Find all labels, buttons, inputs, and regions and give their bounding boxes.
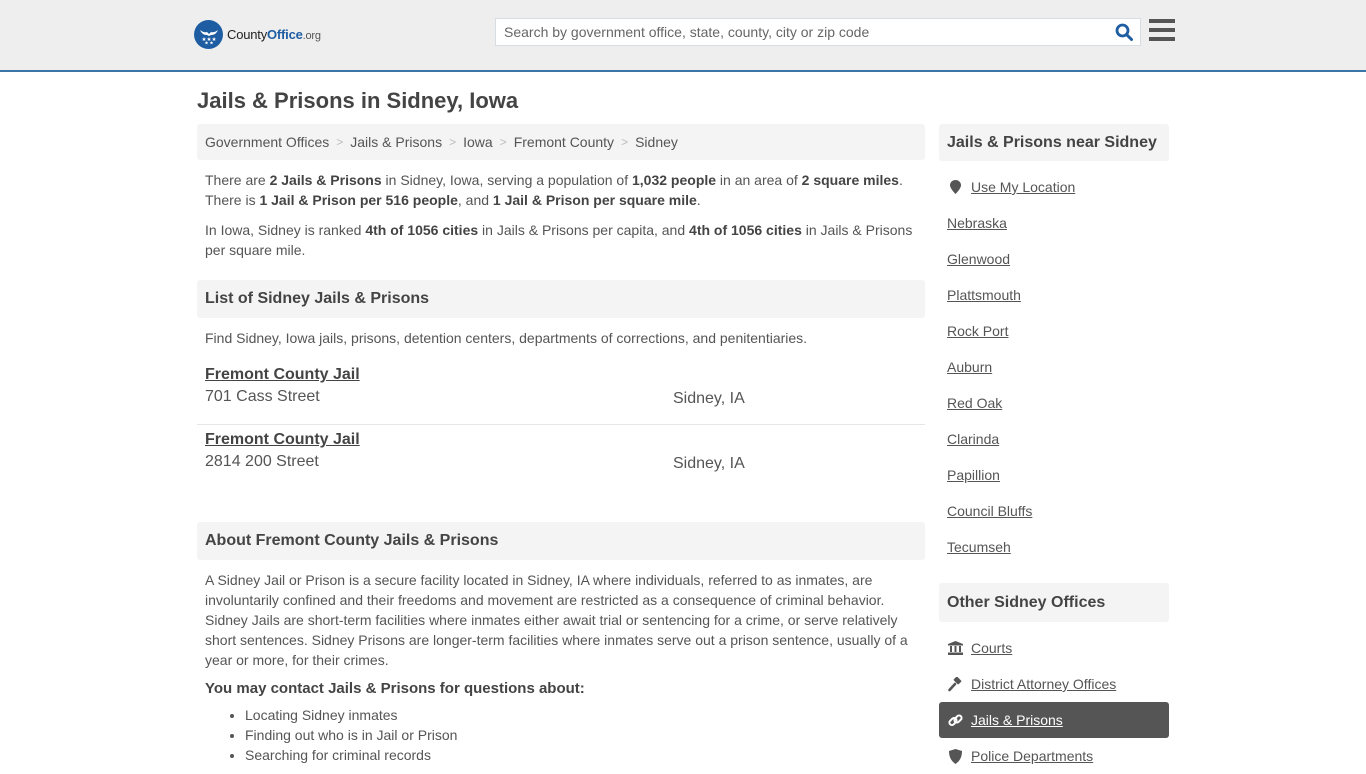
nearby-link-clarinda[interactable]: Clarinda xyxy=(947,431,999,447)
listing-city: Sidney, IA xyxy=(673,390,745,407)
use-my-location-link[interactable]: Use My Location xyxy=(971,179,1075,195)
other-offices-heading: Other Sidney Offices xyxy=(939,583,1169,622)
other-office-item-active: Jails & Prisons xyxy=(939,702,1169,738)
other-office-link-jails-prisons[interactable]: Jails & Prisons xyxy=(971,712,1063,728)
nearby-item: Plattsmouth xyxy=(939,277,1169,313)
listing-name-link[interactable]: Fremont County Jail xyxy=(205,366,360,384)
nearby-list: Use My Location Nebraska Glenwood Platts… xyxy=(939,161,1169,565)
list-section-heading: List of Sidney Jails & Prisons xyxy=(197,280,925,318)
ranking-paragraph: In Iowa, Sidney is ranked 4th of 1056 ci… xyxy=(205,222,913,258)
breadcrumb-separator: > xyxy=(499,135,507,149)
contact-topics-list: Locating Sidney inmates Finding out who … xyxy=(197,705,925,765)
about-paragraph: A Sidney Jail or Prison is a secure faci… xyxy=(205,572,908,668)
other-office-link-district-attorney[interactable]: District Attorney Offices xyxy=(971,676,1116,692)
other-office-item: District Attorney Offices xyxy=(939,666,1169,702)
contact-topic-item: Locating Sidney inmates xyxy=(245,705,925,725)
link-icon xyxy=(947,712,963,728)
other-office-item: Courts xyxy=(939,630,1169,666)
other-office-link-police[interactable]: Police Departments xyxy=(971,748,1093,764)
other-office-link-courts[interactable]: Courts xyxy=(971,640,1012,656)
listing-address: 701 Cass Street xyxy=(205,388,320,405)
search-input[interactable] xyxy=(496,19,1108,45)
other-offices-list: Courts District Attorney Offices Jails &… xyxy=(939,622,1169,774)
breadcrumb-fremont-county[interactable]: Fremont County xyxy=(514,134,614,150)
breadcrumb-separator: > xyxy=(449,135,457,149)
listing-address: 2814 200 Street xyxy=(205,453,319,470)
nearby-item: Tecumseh xyxy=(939,529,1169,565)
main-content: Government Offices > Jails & Prisons > I… xyxy=(197,124,925,765)
nearby-item: Auburn xyxy=(939,349,1169,385)
hamburger-menu-icon[interactable] xyxy=(1149,19,1175,43)
list-description: Find Sidney, Iowa jails, prisons, detent… xyxy=(205,330,808,346)
breadcrumb-separator: > xyxy=(336,135,344,149)
sidebar: Jails & Prisons near Sidney Use My Locat… xyxy=(939,124,1169,774)
map-marker-icon xyxy=(947,179,963,195)
site-header: CountyOffice.org xyxy=(0,0,1366,72)
nearby-link-council-bluffs[interactable]: Council Bluffs xyxy=(947,503,1032,519)
nearby-item: Council Bluffs xyxy=(939,493,1169,529)
summary-paragraph: There are 2 Jails & Prisons in Sidney, I… xyxy=(205,172,903,208)
nearby-link-papillion[interactable]: Papillion xyxy=(947,467,1000,483)
nearby-item: Glenwood xyxy=(939,241,1169,277)
use-my-location-item: Use My Location xyxy=(939,169,1169,205)
contact-topic-item: Searching for criminal records xyxy=(245,745,925,765)
logo-text: CountyOffice.org xyxy=(227,27,321,42)
listing-item: Fremont County Jail 2814 200 Street Sidn… xyxy=(197,425,925,490)
nearby-link-auburn[interactable]: Auburn xyxy=(947,359,992,375)
nearby-item: Papillion xyxy=(939,457,1169,493)
nearby-link-nebraska[interactable]: Nebraska xyxy=(947,215,1007,231)
nearby-item: Rock Port xyxy=(939,313,1169,349)
contact-heading: You may contact Jails & Prisons for ques… xyxy=(205,680,585,697)
listing-name-link[interactable]: Fremont County Jail xyxy=(205,431,360,449)
contact-topic-item: Finding out who is in Jail or Prison xyxy=(245,725,925,745)
courthouse-icon xyxy=(947,640,963,656)
other-office-item: Police Departments xyxy=(939,738,1169,774)
nearby-link-red-oak[interactable]: Red Oak xyxy=(947,395,1002,411)
breadcrumb: Government Offices > Jails & Prisons > I… xyxy=(197,124,925,160)
nearby-item: Red Oak xyxy=(939,385,1169,421)
listing-item: Fremont County Jail 701 Cass Street Sidn… xyxy=(197,360,925,425)
nearby-link-tecumseh[interactable]: Tecumseh xyxy=(947,539,1011,555)
search-icon xyxy=(1115,23,1133,41)
breadcrumb-separator: > xyxy=(621,135,629,149)
search-bar xyxy=(495,18,1141,46)
nearby-item: Clarinda xyxy=(939,421,1169,457)
nearby-link-plattsmouth[interactable]: Plattsmouth xyxy=(947,287,1021,303)
about-section-heading: About Fremont County Jails & Prisons xyxy=(197,522,925,560)
nearby-link-glenwood[interactable]: Glenwood xyxy=(947,251,1010,267)
page-title: Jails & Prisons in Sidney, Iowa xyxy=(197,88,519,113)
search-button[interactable] xyxy=(1108,19,1140,45)
nearby-item: Nebraska xyxy=(939,205,1169,241)
site-logo[interactable]: CountyOffice.org xyxy=(194,20,321,49)
breadcrumb-sidney[interactable]: Sidney xyxy=(635,134,678,150)
eagle-logo-icon xyxy=(194,20,223,49)
nearby-link-rock-port[interactable]: Rock Port xyxy=(947,323,1008,339)
nearby-heading: Jails & Prisons near Sidney xyxy=(939,124,1169,161)
shield-icon xyxy=(947,748,963,764)
breadcrumb-iowa[interactable]: Iowa xyxy=(463,134,493,150)
breadcrumb-government-offices[interactable]: Government Offices xyxy=(205,134,329,150)
gavel-icon xyxy=(947,676,963,692)
listing-city: Sidney, IA xyxy=(673,455,745,472)
jail-listings: Fremont County Jail 701 Cass Street Sidn… xyxy=(197,360,925,490)
breadcrumb-jails-prisons[interactable]: Jails & Prisons xyxy=(350,134,442,150)
